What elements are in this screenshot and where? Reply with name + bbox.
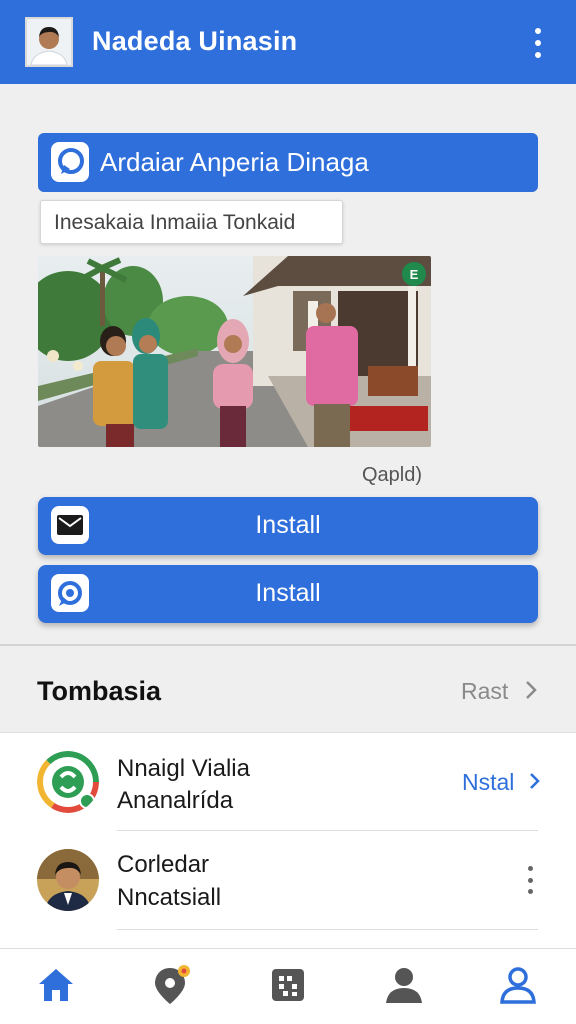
item-subtitle: Nncatsiall — [117, 884, 222, 911]
row-divider — [117, 929, 538, 930]
list-item[interactable]: Corledar Nncatsiall — [0, 831, 576, 930]
item-title: Nnaigl Vialia — [117, 755, 250, 782]
section-header: Tombasia Rast — [0, 646, 576, 732]
item-subtitle: Ananalrída — [117, 787, 234, 814]
featured-photo[interactable]: E — [38, 256, 431, 447]
chat-bubble-icon — [51, 142, 89, 182]
install-button-mail[interactable]: Install — [38, 497, 538, 555]
chip-text: Inesakaia Inmaiia Tonkaid — [54, 211, 296, 234]
person-icon[interactable] — [382, 963, 426, 1007]
section-title: Tombasia — [37, 676, 162, 706]
profile-avatar[interactable] — [25, 17, 73, 67]
more-vert-icon[interactable] — [528, 28, 548, 58]
list-item[interactable]: Nnaigl Vialia Ananalrída Nstal — [0, 733, 576, 831]
banner-text: Ardaiar Anperia Dinaga — [100, 147, 369, 177]
item-title: Corledar — [117, 851, 210, 878]
home-icon[interactable] — [34, 963, 78, 1007]
app-list: Nnaigl Vialia Ananalrída Nstal Corledar … — [0, 732, 576, 948]
chevron-right-icon[interactable] — [528, 772, 540, 795]
photo-badge: E — [410, 267, 419, 282]
item-action-link[interactable]: Nstal — [462, 769, 514, 796]
contact-avatar — [37, 849, 99, 911]
chevron-right-icon[interactable] — [524, 680, 538, 705]
account-icon[interactable] — [496, 963, 540, 1007]
photo-caption: Qapld) — [362, 464, 423, 486]
install-label: Install — [255, 511, 321, 539]
app-title: Nadeda Uinasin — [92, 26, 298, 56]
info-chip[interactable]: Inesakaia Inmaiia Tonkaid — [40, 200, 343, 244]
banner-button[interactable]: Ardaiar Anperia Dinaga — [38, 133, 538, 192]
app-logo-icon — [37, 751, 99, 813]
location-icon[interactable] — [150, 963, 194, 1007]
bottom-nav — [0, 948, 576, 1024]
more-vert-icon[interactable] — [524, 866, 536, 894]
app-bar: Nadeda Uinasin — [0, 0, 576, 84]
install-label: Install — [255, 579, 321, 607]
section-link[interactable]: Rast — [461, 678, 508, 705]
install-button-sync[interactable]: Install — [38, 565, 538, 623]
grid-icon[interactable] — [266, 963, 310, 1007]
